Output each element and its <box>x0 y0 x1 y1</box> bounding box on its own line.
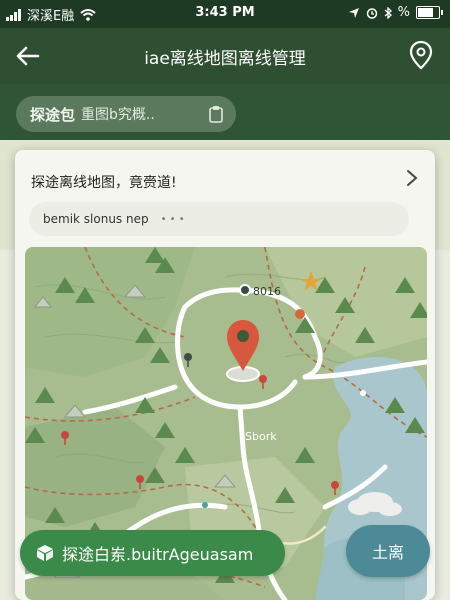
battery-percent: % <box>397 5 410 20</box>
explore-button-label: 探途白岽.buitrAgeuasam <box>62 545 254 564</box>
leave-button-label: 土离 <box>371 543 404 562</box>
map-label-top: 8016 <box>253 285 281 298</box>
status-right: % <box>348 5 443 20</box>
search-text: 重图b究概.. <box>81 107 155 123</box>
search-pill[interactable]: 探途包 重图b究概.. <box>16 96 236 132</box>
card-subtitle-text: bemik slonus nep <box>43 212 149 226</box>
leave-button[interactable]: 土离 <box>346 525 430 577</box>
package-icon <box>37 545 53 561</box>
nav-bar: iae离线地图离线管理 <box>0 28 450 84</box>
chevron-right-icon[interactable] <box>405 168 419 188</box>
clipboard-icon[interactable] <box>206 104 226 124</box>
search-label: 探途包 <box>30 105 76 124</box>
card-subtitle-dots: • • • <box>160 213 185 225</box>
current-location-pin[interactable] <box>226 320 260 382</box>
map-pin-icon[interactable] <box>408 40 434 70</box>
map-label-mid: Sbork <box>245 430 277 443</box>
status-bar: 深溪E融 3:43 PM % <box>0 0 450 28</box>
card-subtitle: bemik slonus nep • • • <box>29 202 409 236</box>
battery-icon <box>416 6 443 19</box>
page-title: iae离线地图离线管理 <box>144 49 306 69</box>
alarm-icon <box>366 7 377 19</box>
back-arrow-icon[interactable] <box>12 40 44 72</box>
bluetooth-icon <box>384 6 392 19</box>
card-header: 探途离线地图，竟赍道! <box>31 175 177 191</box>
location-arrow-icon <box>348 7 359 18</box>
explore-button[interactable]: 探途白岽.buitrAgeuasam <box>20 530 285 576</box>
